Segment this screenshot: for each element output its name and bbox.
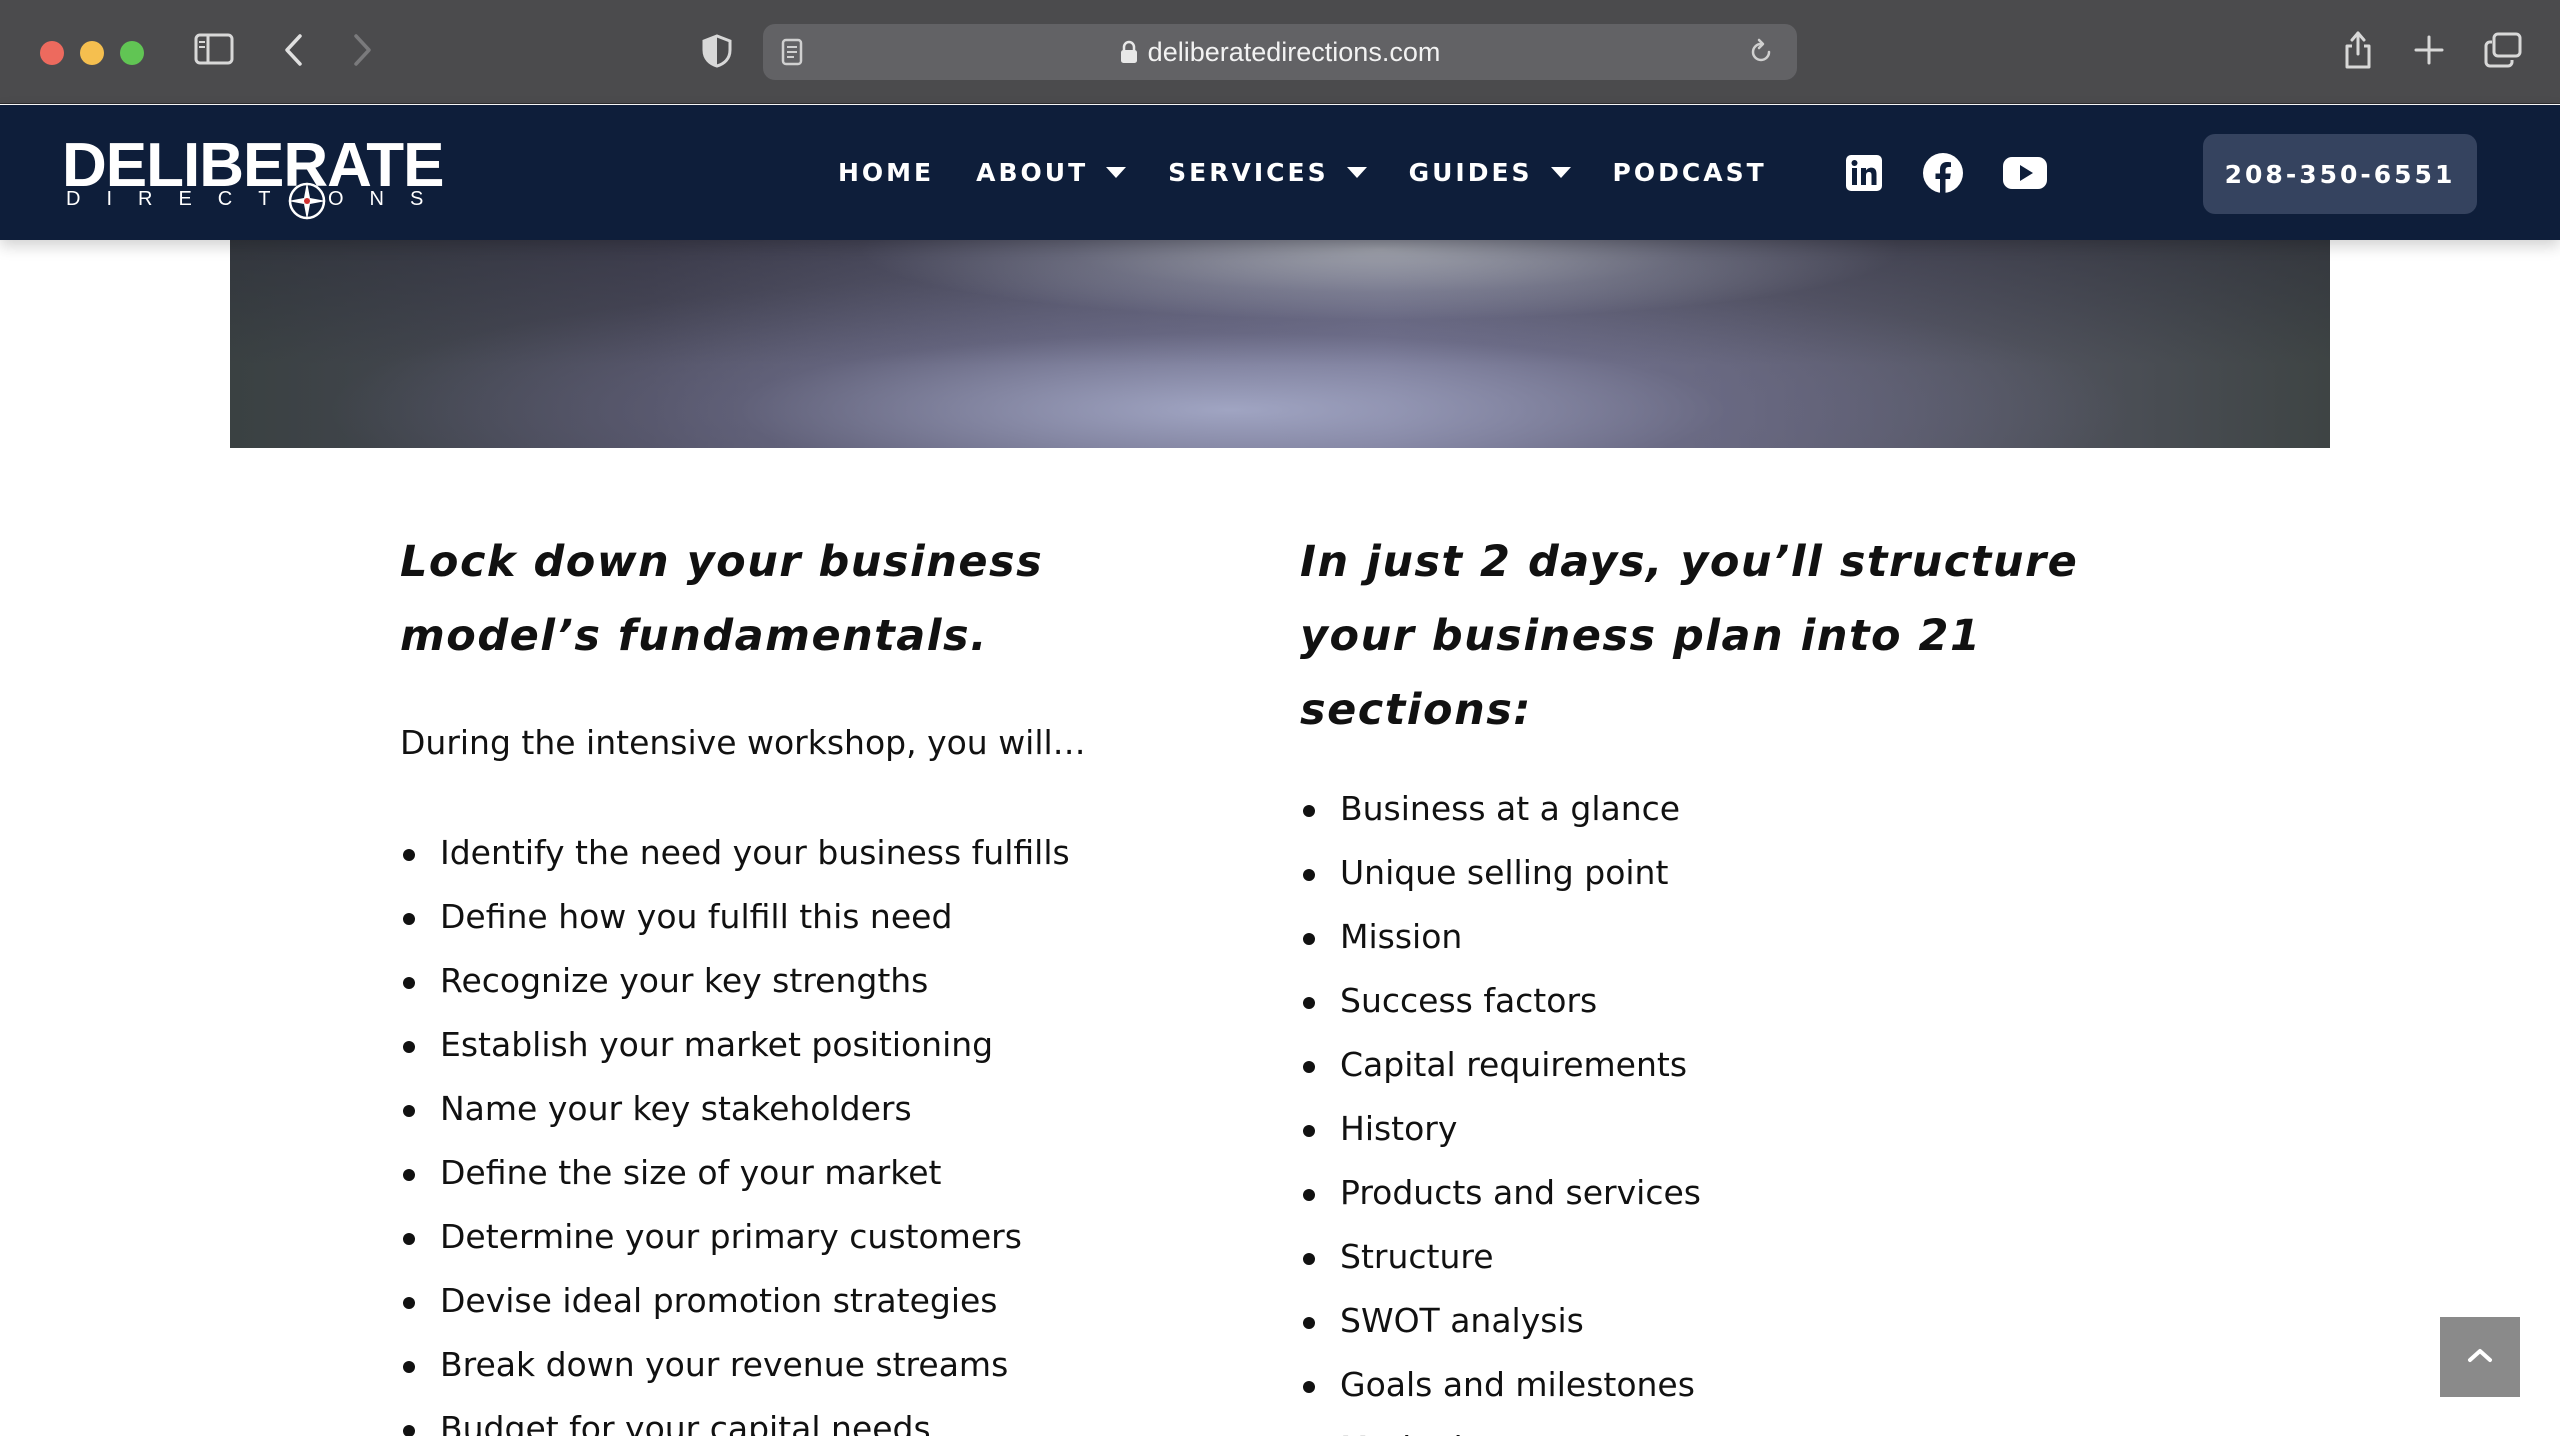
facebook-icon[interactable] — [1921, 151, 1965, 195]
right-heading: In just 2 days, you’ll structure your bu… — [1300, 537, 2079, 735]
nav-services-label: SERVICES — [1168, 158, 1329, 187]
address-bar[interactable]: deliberatedirections.com — [763, 24, 1797, 80]
list-item: Budget for your capital needs — [400, 1397, 1220, 1436]
close-window-button[interactable] — [40, 41, 64, 65]
site-header: DELIBERATE DIRECTIONS HOME ABOUT SERVICE… — [0, 105, 2560, 240]
caret-down-icon — [1346, 167, 1367, 178]
list-item: Name your key stakeholders — [400, 1077, 1220, 1141]
list-item: Define how you fulfill this need — [400, 885, 1220, 949]
nav-home[interactable]: HOME — [838, 158, 934, 187]
list-item: Business at a glance — [1300, 777, 2200, 841]
nav-guides[interactable]: GUIDES — [1409, 158, 1571, 187]
outcomes-list: Identify the need your business fulfills… — [400, 821, 1220, 1436]
nav-podcast-label: PODCAST — [1612, 158, 1767, 187]
compass-icon — [285, 179, 329, 227]
list-item: Define the size of your market — [400, 1141, 1220, 1205]
hero-image — [230, 240, 2330, 448]
nav-guides-label: GUIDES — [1408, 158, 1533, 187]
list-item: Structure — [1300, 1225, 2200, 1289]
tab-overview-icon[interactable] — [2484, 32, 2522, 68]
phone-button[interactable]: 208-350-6551 — [2203, 134, 2477, 214]
caret-down-icon — [1550, 167, 1571, 178]
list-item: Mission — [1300, 905, 2200, 969]
sections-list: Business at a glance Unique selling poin… — [1300, 777, 2200, 1436]
back-icon[interactable] — [282, 33, 304, 67]
zoom-window-button[interactable] — [120, 41, 144, 65]
sidebar-toggle-icon[interactable] — [194, 33, 234, 65]
list-item: Products and services — [1300, 1161, 2200, 1225]
lock-icon — [1120, 40, 1138, 64]
business-plan-sections-column: In just 2 days, you’ll structure your bu… — [1300, 525, 2200, 1436]
list-item: History — [1300, 1097, 2200, 1161]
privacy-shield-icon[interactable] — [702, 34, 732, 68]
nav-about-label: ABOUT — [976, 158, 1089, 187]
list-item: Break down your revenue streams — [400, 1333, 1220, 1397]
list-item: SWOT analysis — [1300, 1289, 2200, 1353]
nav-home-label: HOME — [838, 158, 935, 187]
list-item: Goals and milestones — [1300, 1353, 2200, 1417]
main-nav: HOME ABOUT SERVICES GUIDES PODCAST — [838, 105, 1809, 240]
list-item: Identify the need your business fulfills — [400, 821, 1220, 885]
back-to-top-button[interactable] — [2440, 1317, 2520, 1397]
hero-image-overlay — [230, 240, 2330, 448]
linkedin-icon[interactable] — [1842, 151, 1886, 195]
share-icon[interactable] — [2342, 30, 2374, 70]
list-item: Capital requirements — [1300, 1033, 2200, 1097]
logo-subtitle: DIRECTIONS — [66, 188, 450, 210]
url-text[interactable]: deliberatedirections.com — [1148, 37, 1441, 68]
reload-icon[interactable] — [1747, 38, 1775, 70]
nav-services[interactable]: SERVICES — [1168, 158, 1367, 187]
new-tab-icon[interactable] — [2413, 34, 2445, 66]
browser-toolbar: deliberatedirections.com — [0, 0, 2560, 104]
workshop-outcomes-column: Lock down your business model’s fundamen… — [400, 525, 1220, 1436]
left-intro: During the intensive workshop, you will… — [400, 723, 1086, 762]
list-item: Success factors — [1300, 969, 2200, 1033]
forward-icon[interactable] — [352, 33, 374, 67]
list-item: Determine your primary customers — [400, 1205, 1220, 1269]
caret-down-icon — [1106, 167, 1127, 178]
list-item: Recognize your key strengths — [400, 949, 1220, 1013]
chevron-up-icon — [2467, 1347, 2493, 1367]
minimize-window-button[interactable] — [80, 41, 104, 65]
list-item: Marketing — [1300, 1417, 2200, 1436]
left-heading: Lock down your business model’s fundamen… — [400, 537, 1044, 661]
nav-about[interactable]: ABOUT — [976, 158, 1127, 187]
list-item: Devise ideal promotion strategies — [400, 1269, 1220, 1333]
youtube-icon[interactable] — [2001, 151, 2049, 195]
site-logo[interactable]: DELIBERATE DIRECTIONS — [62, 135, 445, 227]
nav-podcast[interactable]: PODCAST — [1613, 158, 1767, 187]
list-item: Unique selling point — [1300, 841, 2200, 905]
list-item: Establish your market positioning — [400, 1013, 1220, 1077]
